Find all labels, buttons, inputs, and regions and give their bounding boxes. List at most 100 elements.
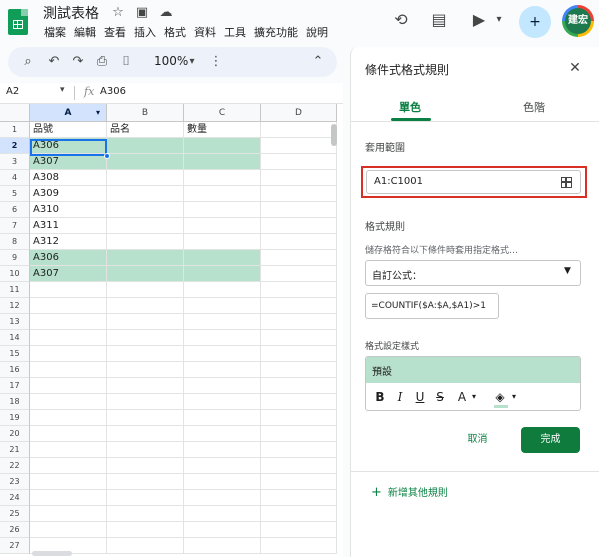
formula-input[interactable]: A306 xyxy=(100,86,126,97)
grid-cell[interactable] xyxy=(30,458,107,474)
grid-cell[interactable] xyxy=(184,218,261,234)
grid-cell[interactable] xyxy=(261,506,337,522)
grid-cell[interactable] xyxy=(184,250,261,266)
grid-cell[interactable] xyxy=(107,394,184,410)
menu-insert[interactable]: 插入 xyxy=(130,25,160,41)
grid-cell[interactable]: A308 xyxy=(30,170,107,186)
row-header[interactable]: 16 xyxy=(0,362,30,378)
grid-cell[interactable] xyxy=(107,426,184,442)
range-input[interactable]: A1:C1001 xyxy=(366,170,581,194)
version-history-icon[interactable]: ⟲ xyxy=(390,9,412,31)
grid-cell[interactable] xyxy=(261,362,337,378)
grid-cell[interactable] xyxy=(184,394,261,410)
tab-color-scale[interactable]: 色階 xyxy=(523,99,545,115)
grid-cell[interactable] xyxy=(184,538,261,554)
horizontal-scrollbar[interactable] xyxy=(32,551,72,556)
row-header[interactable]: 8 xyxy=(0,234,30,250)
grid-cell[interactable] xyxy=(107,282,184,298)
vertical-scrollbar[interactable] xyxy=(331,124,337,146)
grid-cell[interactable] xyxy=(107,458,184,474)
collapse-menus-icon[interactable]: ⌃ xyxy=(308,52,328,72)
column-header-a[interactable]: A ▾ xyxy=(30,104,107,122)
star-icon[interactable]: ☆ xyxy=(110,5,126,21)
grid-cell[interactable] xyxy=(184,378,261,394)
document-title[interactable]: 測試表格 xyxy=(43,3,99,23)
grid-cell[interactable] xyxy=(107,490,184,506)
row-header[interactable]: 25 xyxy=(0,506,30,522)
add-rule-button[interactable]: + 新增其他規則 xyxy=(371,484,448,500)
grid-cell[interactable] xyxy=(184,234,261,250)
grid-cell[interactable] xyxy=(261,298,337,314)
fill-color-dropdown-icon[interactable]: ▾ xyxy=(506,388,522,406)
grid-cell[interactable] xyxy=(107,186,184,202)
grid-cell[interactable] xyxy=(30,442,107,458)
grid-cell[interactable]: 品名 xyxy=(107,122,184,138)
grid-cell[interactable] xyxy=(184,346,261,362)
grid-cell[interactable] xyxy=(184,474,261,490)
grid-cell[interactable] xyxy=(30,410,107,426)
grid-cell[interactable] xyxy=(30,394,107,410)
grid-cell[interactable] xyxy=(261,314,337,330)
grid-cell[interactable] xyxy=(107,362,184,378)
grid-cell[interactable] xyxy=(261,522,337,538)
menu-edit[interactable]: 編輯 xyxy=(70,25,100,41)
more-options-icon[interactable]: ⋮ xyxy=(206,52,226,72)
custom-formula-input[interactable]: =COUNTIF($A:$A,$A1)>1 xyxy=(365,293,499,319)
grid-cell[interactable] xyxy=(30,346,107,362)
grid-cell[interactable] xyxy=(261,154,337,170)
search-icon[interactable]: ⌕ xyxy=(18,52,38,72)
comments-icon[interactable]: ▤ xyxy=(428,9,450,31)
grid-cell[interactable] xyxy=(261,442,337,458)
account-avatar[interactable]: 建宏 xyxy=(562,5,594,37)
grid-cell[interactable] xyxy=(261,474,337,490)
row-header[interactable]: 19 xyxy=(0,410,30,426)
grid-cell[interactable] xyxy=(261,170,337,186)
name-box[interactable]: A2 xyxy=(6,86,19,97)
spreadsheet-grid[interactable]: A ▾ B C D 1 品號 品名 數量 2 A306 3 A307 4 A308 5 A309 6 A3… xyxy=(0,104,343,557)
grid-cell[interactable] xyxy=(107,314,184,330)
fill-handle[interactable] xyxy=(104,153,110,159)
grid-cell[interactable] xyxy=(261,218,337,234)
grid-cell[interactable] xyxy=(184,266,261,282)
grid-cell[interactable]: A311 xyxy=(30,218,107,234)
sheets-logo-icon[interactable] xyxy=(8,9,28,35)
grid-cell[interactable] xyxy=(184,138,261,154)
row-header[interactable]: 15 xyxy=(0,346,30,362)
grid-cell[interactable] xyxy=(261,266,337,282)
row-header[interactable]: 3 xyxy=(0,154,30,170)
grid-cell[interactable] xyxy=(184,282,261,298)
zoom-dropdown-icon[interactable]: ▾ xyxy=(182,52,202,72)
grid-cell[interactable] xyxy=(107,538,184,554)
grid-cell[interactable]: A307 xyxy=(30,154,107,170)
grid-cell[interactable] xyxy=(261,378,337,394)
grid-cell[interactable] xyxy=(30,506,107,522)
redo-icon[interactable]: ↷ xyxy=(68,52,88,72)
menu-format[interactable]: 格式 xyxy=(160,25,190,41)
text-color-dropdown-icon[interactable]: ▾ xyxy=(466,388,482,406)
grid-cell[interactable] xyxy=(107,266,184,282)
column-header-b[interactable]: B xyxy=(107,104,184,122)
row-header[interactable]: 14 xyxy=(0,330,30,346)
grid-cell[interactable] xyxy=(184,522,261,538)
grid-cell[interactable] xyxy=(261,394,337,410)
grid-cell[interactable] xyxy=(107,346,184,362)
name-box-dropdown-icon[interactable]: ▾ xyxy=(60,85,65,95)
row-header[interactable]: 18 xyxy=(0,394,30,410)
grid-cell[interactable] xyxy=(261,250,337,266)
grid-cell[interactable] xyxy=(184,330,261,346)
grid-cell[interactable] xyxy=(261,458,337,474)
grid-cell[interactable]: A309 xyxy=(30,186,107,202)
grid-cell[interactable] xyxy=(107,410,184,426)
grid-cell[interactable] xyxy=(184,186,261,202)
grid-cell[interactable]: A307 xyxy=(30,266,107,282)
row-header[interactable]: 2 xyxy=(0,138,30,154)
row-header[interactable]: 6 xyxy=(0,202,30,218)
grid-cell[interactable] xyxy=(107,474,184,490)
row-header[interactable]: 11 xyxy=(0,282,30,298)
grid-cell[interactable] xyxy=(30,298,107,314)
grid-cell[interactable] xyxy=(30,362,107,378)
grid-cell[interactable]: 品號 xyxy=(30,122,107,138)
grid-cell[interactable] xyxy=(261,346,337,362)
row-header[interactable]: 4 xyxy=(0,170,30,186)
grid-cell[interactable] xyxy=(107,218,184,234)
